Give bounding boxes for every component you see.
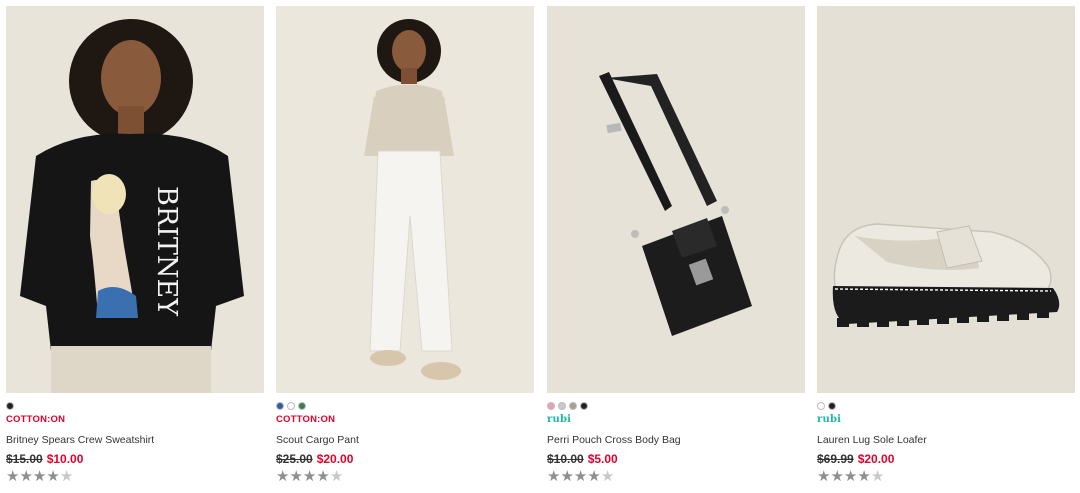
price: $69.99 $20.00 bbox=[817, 452, 1075, 466]
star-icon: ★ bbox=[547, 468, 561, 485]
swatch-pink[interactable] bbox=[547, 402, 555, 410]
product-card[interactable]: rubi Lauren Lug Sole Loafer $69.99 $20.00… bbox=[817, 6, 1075, 485]
product-title[interactable]: Scout Cargo Pant bbox=[276, 434, 534, 446]
product-image[interactable] bbox=[276, 6, 534, 393]
was-price: $10.00 bbox=[547, 452, 584, 466]
product-card[interactable]: COTTON:ON Scout Cargo Pant $25.00 $20.00 … bbox=[276, 6, 534, 485]
star-icon: ★ bbox=[59, 468, 74, 485]
star-icon: ★ bbox=[830, 468, 844, 485]
star-icon: ★ bbox=[870, 468, 885, 485]
star-icon: ★ bbox=[843, 468, 858, 485]
star-rating: ★★★★★ bbox=[276, 469, 534, 485]
product-card[interactable]: rubi Perri Pouch Cross Body Bag $10.00 $5… bbox=[547, 6, 805, 485]
star-icon: ★ bbox=[19, 468, 33, 485]
price: $25.00 $20.00 bbox=[276, 452, 534, 466]
product-image[interactable] bbox=[817, 6, 1075, 393]
print-text: BRITNEY bbox=[151, 186, 182, 317]
star-icon: ★ bbox=[857, 468, 871, 485]
product-title[interactable]: Lauren Lug Sole Loafer bbox=[817, 434, 1075, 446]
was-price: $25.00 bbox=[276, 452, 313, 466]
star-icon: ★ bbox=[329, 468, 344, 485]
product-grid: BRITNEY COTTON:ON Britney Spears Crew Sw… bbox=[0, 0, 1080, 493]
was-price: $69.99 bbox=[817, 452, 854, 466]
product-image[interactable] bbox=[547, 6, 805, 393]
cargo-pant-photo bbox=[276, 6, 534, 393]
swatch-blue[interactable] bbox=[276, 402, 284, 410]
star-icon: ★ bbox=[302, 468, 317, 485]
swatch-green[interactable] bbox=[298, 402, 306, 410]
star-icon: ★ bbox=[587, 468, 601, 485]
swatch-black[interactable] bbox=[580, 402, 588, 410]
star-icon: ★ bbox=[289, 468, 303, 485]
price: $15.00 $10.00 bbox=[6, 452, 264, 466]
star-icon: ★ bbox=[817, 468, 831, 485]
product-title[interactable]: Perri Pouch Cross Body Bag bbox=[547, 434, 805, 446]
loafer-photo bbox=[817, 6, 1075, 393]
star-icon: ★ bbox=[316, 468, 330, 485]
star-icon: ★ bbox=[46, 468, 60, 485]
star-icon: ★ bbox=[276, 468, 290, 485]
sale-price: $20.00 bbox=[316, 452, 354, 466]
color-swatches bbox=[547, 402, 805, 410]
sale-price: $5.00 bbox=[587, 452, 618, 466]
star-rating: ★★★★★ bbox=[6, 469, 264, 485]
star-rating: ★★★★★ bbox=[547, 469, 805, 485]
swatch-stone[interactable] bbox=[569, 402, 577, 410]
brand-logo: rubi bbox=[817, 414, 842, 425]
color-swatches bbox=[6, 402, 264, 410]
swatch-white[interactable] bbox=[817, 402, 825, 410]
product-image[interactable]: BRITNEY bbox=[6, 6, 264, 393]
was-price: $15.00 bbox=[6, 452, 43, 466]
brand-logo: COTTON:ON bbox=[6, 414, 66, 425]
color-swatches bbox=[817, 402, 1075, 410]
brand-logo: rubi bbox=[547, 414, 572, 425]
star-icon: ★ bbox=[32, 468, 47, 485]
color-swatches bbox=[276, 402, 534, 410]
sale-price: $20.00 bbox=[857, 452, 895, 466]
product-title[interactable]: Britney Spears Crew Sweatshirt bbox=[6, 434, 264, 446]
star-icon: ★ bbox=[6, 468, 20, 485]
product-card[interactable]: BRITNEY COTTON:ON Britney Spears Crew Sw… bbox=[6, 6, 264, 485]
sweatshirt-photo: BRITNEY bbox=[6, 6, 264, 393]
star-icon: ★ bbox=[560, 468, 574, 485]
swatch-grey[interactable] bbox=[558, 402, 566, 410]
star-rating: ★★★★★ bbox=[817, 469, 1075, 485]
star-icon: ★ bbox=[600, 468, 615, 485]
crossbody-bag-photo bbox=[547, 6, 805, 393]
star-icon: ★ bbox=[573, 468, 588, 485]
sale-price: $10.00 bbox=[46, 452, 84, 466]
swatch-white[interactable] bbox=[287, 402, 295, 410]
brand-logo: COTTON:ON bbox=[276, 414, 336, 425]
price: $10.00 $5.00 bbox=[547, 452, 805, 466]
swatch-black[interactable] bbox=[828, 402, 836, 410]
swatch-black[interactable] bbox=[6, 402, 14, 410]
